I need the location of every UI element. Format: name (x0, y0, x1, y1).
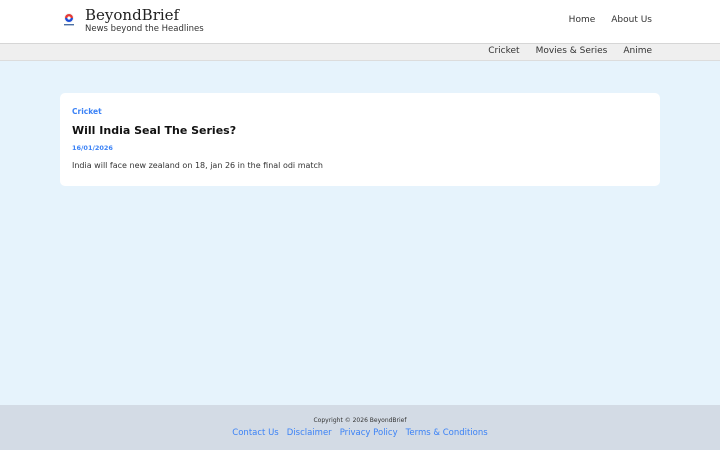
category-nav: Cricket Movies & Series Anime (488, 46, 652, 56)
main-nav: Home About Us (569, 15, 652, 25)
footer-link-contact-us[interactable]: Contact Us (232, 428, 278, 438)
nav-link-about-us[interactable]: About Us (611, 15, 652, 25)
footer-links: Contact Us Disclaimer Privacy Policy Ter… (0, 428, 720, 438)
site-title[interactable]: BeyondBrief (85, 6, 179, 24)
site-logo-icon[interactable] (61, 12, 77, 28)
article-card[interactable]: Cricket Will India Seal The Series? 16/0… (60, 93, 660, 186)
article-title[interactable]: Will India Seal The Series? (72, 124, 236, 137)
footer-link-disclaimer[interactable]: Disclaimer (287, 428, 332, 438)
category-link-anime[interactable]: Anime (623, 46, 652, 56)
copyright-text: Copyright © 2026 BeyondBrief (313, 417, 407, 424)
category-link-cricket[interactable]: Cricket (488, 46, 519, 56)
category-link-movies-series[interactable]: Movies & Series (536, 46, 608, 56)
site-header: BeyondBrief News beyond the Headlines Ho… (0, 0, 720, 43)
nav-link-home[interactable]: Home (569, 15, 596, 25)
article-date: 16/01/2026 (72, 144, 113, 152)
footer-link-terms-conditions[interactable]: Terms & Conditions (406, 428, 488, 438)
site-tagline: News beyond the Headlines (85, 24, 204, 34)
category-bar: Cricket Movies & Series Anime (0, 43, 720, 61)
footer-link-privacy-policy[interactable]: Privacy Policy (340, 428, 398, 438)
article-category[interactable]: Cricket (72, 107, 102, 116)
site-footer: Copyright © 2026 BeyondBrief Contact Us … (0, 405, 720, 450)
article-excerpt: India will face new zealand on 18, jan 2… (72, 161, 323, 170)
